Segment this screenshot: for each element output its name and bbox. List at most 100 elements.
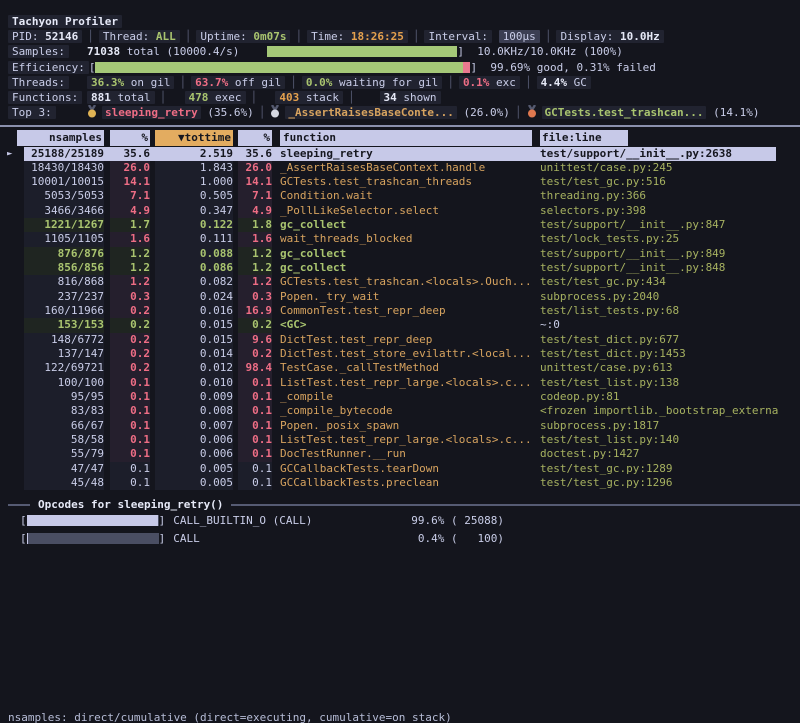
tottime-cell: 0.016 (155, 304, 233, 318)
table-row[interactable]: 100/1000.10.0100.1ListTest.test_repr_lar… (0, 376, 800, 390)
title-line: Tachyon Profiler (8, 14, 800, 29)
function-cell: _compile (280, 390, 532, 404)
nsamples-cell: 95/95 (24, 390, 104, 404)
pct-cumulative-cell: 0.3 (238, 290, 272, 304)
separator: │ (525, 76, 532, 89)
table-row[interactable]: 816/8681.20.0821.2GCTests.test_trashcan.… (0, 275, 800, 289)
row-selection-marker (0, 476, 24, 490)
row-selection-marker (0, 275, 24, 289)
opcode-name: CALL_BUILTIN_O (CALL) (173, 514, 312, 527)
thread-chip[interactable]: Thread: ALL (99, 30, 180, 43)
pct-cumulative-cell: 1.2 (238, 247, 272, 261)
table-row[interactable]: 55/790.10.0060.1DocTestRunner.__rundocte… (0, 447, 800, 461)
interval-label: Interval: (424, 30, 492, 43)
pct-direct-cell: 0.1 (110, 404, 150, 418)
pct-direct-cell: 0.2 (110, 318, 150, 332)
table-row[interactable]: 45/480.10.0050.1GCCallbackTests.preclean… (0, 476, 800, 490)
table-header: nsamples % ▼tottime % function file:line (0, 130, 800, 146)
table-row[interactable]: 10001/1001514.11.00014.1GCTests.test_tra… (0, 175, 800, 189)
pct-direct-cell: 0.2 (110, 347, 150, 361)
table-row[interactable]: 153/1530.20.0150.2<GC>~:0 (0, 318, 800, 332)
row-selection-marker (0, 333, 24, 347)
opcode-row: []CALL_BUILTIN_O (CALL)99.6% ( 25088) (0, 512, 800, 530)
nsamples-cell: 5053/5053 (24, 189, 104, 203)
pct-cumulative-cell: 1.8 (238, 218, 272, 232)
table-row[interactable]: 148/67720.20.0159.6DictTest.test_repr_de… (0, 333, 800, 347)
pct-cumulative-cell: 1.2 (238, 275, 272, 289)
table-row[interactable]: 47/470.10.0050.1GCCallbackTests.tearDown… (0, 462, 800, 476)
function-cell: DictTest.test_store_evilattr.<local... (280, 347, 532, 361)
pct-cumulative-cell: 0.1 (238, 404, 272, 418)
table-row[interactable]: 1221/12671.70.1221.8gc_collecttest/suppo… (0, 218, 800, 232)
column-header-pct-direct[interactable]: % (110, 130, 150, 146)
table-row[interactable]: ►25188/2518935.62.51935.6sleeping_retryt… (0, 147, 800, 161)
display-chip: Display: 10.0Hz (556, 30, 663, 43)
pct-cumulative-cell: 7.1 (238, 189, 272, 203)
table-row[interactable]: 18430/1843026.01.84326.0_AssertRaisesBas… (0, 161, 800, 175)
pct-direct-cell: 1.2 (110, 247, 150, 261)
tottime-cell: 0.006 (155, 433, 233, 447)
separator: │ (251, 91, 258, 104)
column-header-file-line[interactable]: file:line (540, 130, 628, 146)
pct-cumulative-cell: 0.1 (238, 433, 272, 447)
pct-direct-cell: 0.1 (110, 433, 150, 447)
file-line-cell: threading.py:366 (540, 189, 800, 203)
pct-direct-cell: 0.1 (110, 376, 150, 390)
table-row[interactable]: 122/697210.20.01298.4TestCase._callTestM… (0, 361, 800, 375)
functions-line: Functions:881 total│ 478 exec│ 403 stack… (8, 90, 800, 105)
functions-total: 881 total (87, 91, 155, 104)
table-row[interactable]: 137/1470.20.0140.2DictTest.test_store_ev… (0, 347, 800, 361)
table-row[interactable]: 3466/34664.90.3474.9_PollLikeSelector.se… (0, 204, 800, 218)
file-line-cell: test/support/__init__.py:848 (540, 261, 800, 275)
table-row[interactable]: 5053/50537.10.5057.1Condition.waitthread… (0, 189, 800, 203)
table-row[interactable]: 876/8761.20.0881.2gc_collecttest/support… (0, 247, 800, 261)
row-selection-marker (0, 247, 24, 261)
table-row[interactable]: 83/830.10.0080.1_compile_bytecode<frozen… (0, 404, 800, 418)
row-selection-marker (0, 204, 24, 218)
app-title: Tachyon Profiler (8, 15, 122, 28)
tottime-cell: 0.006 (155, 447, 233, 461)
pct-cumulative-cell: 1.6 (238, 232, 272, 246)
column-header-nsamples[interactable]: nsamples (17, 130, 104, 146)
table-row[interactable]: 95/950.10.0090.1_compilecodeop.py:81 (0, 390, 800, 404)
pct-cumulative-cell: 16.9 (238, 304, 272, 318)
pct-cumulative-cell: 0.1 (238, 462, 272, 476)
thread-value: ALL (156, 30, 176, 43)
function-cell: _AssertRaisesBaseContext.handle (280, 161, 532, 175)
row-selection-marker (0, 218, 24, 232)
nsamples-cell: 160/11966 (24, 304, 104, 318)
pid-chip: PID: 52146 (8, 30, 82, 43)
row-selection-marker (0, 175, 24, 189)
samples-line: Samples:71038 total (10000.4/s)] 10.0KHz… (8, 44, 800, 59)
nsamples-cell: 237/237 (24, 290, 104, 304)
column-header-function[interactable]: function (280, 130, 532, 146)
row-selection-marker (0, 419, 24, 433)
function-cell: gc_collect (280, 218, 532, 232)
separator: │ (413, 30, 420, 43)
table-row[interactable]: 160/119660.20.01616.9CommonTest.test_rep… (0, 304, 800, 318)
display-value: 10.0Hz (620, 30, 660, 43)
table-row[interactable]: 1105/11051.60.1111.6wait_threads_blocked… (0, 232, 800, 246)
separator: │ (259, 106, 266, 119)
pct-direct-cell: 26.0 (110, 161, 150, 175)
tottime-cell: 2.519 (155, 147, 233, 161)
tottime-cell: 0.008 (155, 404, 233, 418)
nsamples-cell: 1105/1105 (24, 232, 104, 246)
tottime-cell: 0.007 (155, 419, 233, 433)
table-row[interactable]: 856/8561.20.0861.2gc_collecttest/support… (0, 261, 800, 275)
column-header-tottime-sorted[interactable]: ▼tottime (155, 130, 233, 146)
pct-cumulative-cell: 0.1 (238, 419, 272, 433)
nsamples-cell: 55/79 (24, 447, 104, 461)
function-cell: Popen._posix_spawn (280, 419, 532, 433)
file-line-cell: <frozen importlib._bootstrap_externa (540, 404, 800, 418)
function-cell: <GC> (280, 318, 532, 332)
pct-direct-cell: 0.2 (110, 304, 150, 318)
column-header-pct-cumulative[interactable]: % (238, 130, 272, 146)
file-line-cell: test/test_list.py:140 (540, 433, 800, 447)
table-row[interactable]: 237/2370.30.0240.3Popen._try_waitsubproc… (0, 290, 800, 304)
table-row[interactable]: 66/670.10.0070.1Popen._posix_spawnsubpro… (0, 419, 800, 433)
row-selection-marker (0, 462, 24, 476)
opcode-row: []CALL0.4% ( 100) (0, 530, 800, 548)
function-table-body: ►25188/2518935.62.51935.6sleeping_retryt… (0, 147, 800, 491)
table-row[interactable]: 58/580.10.0060.1ListTest.test_repr_large… (0, 433, 800, 447)
